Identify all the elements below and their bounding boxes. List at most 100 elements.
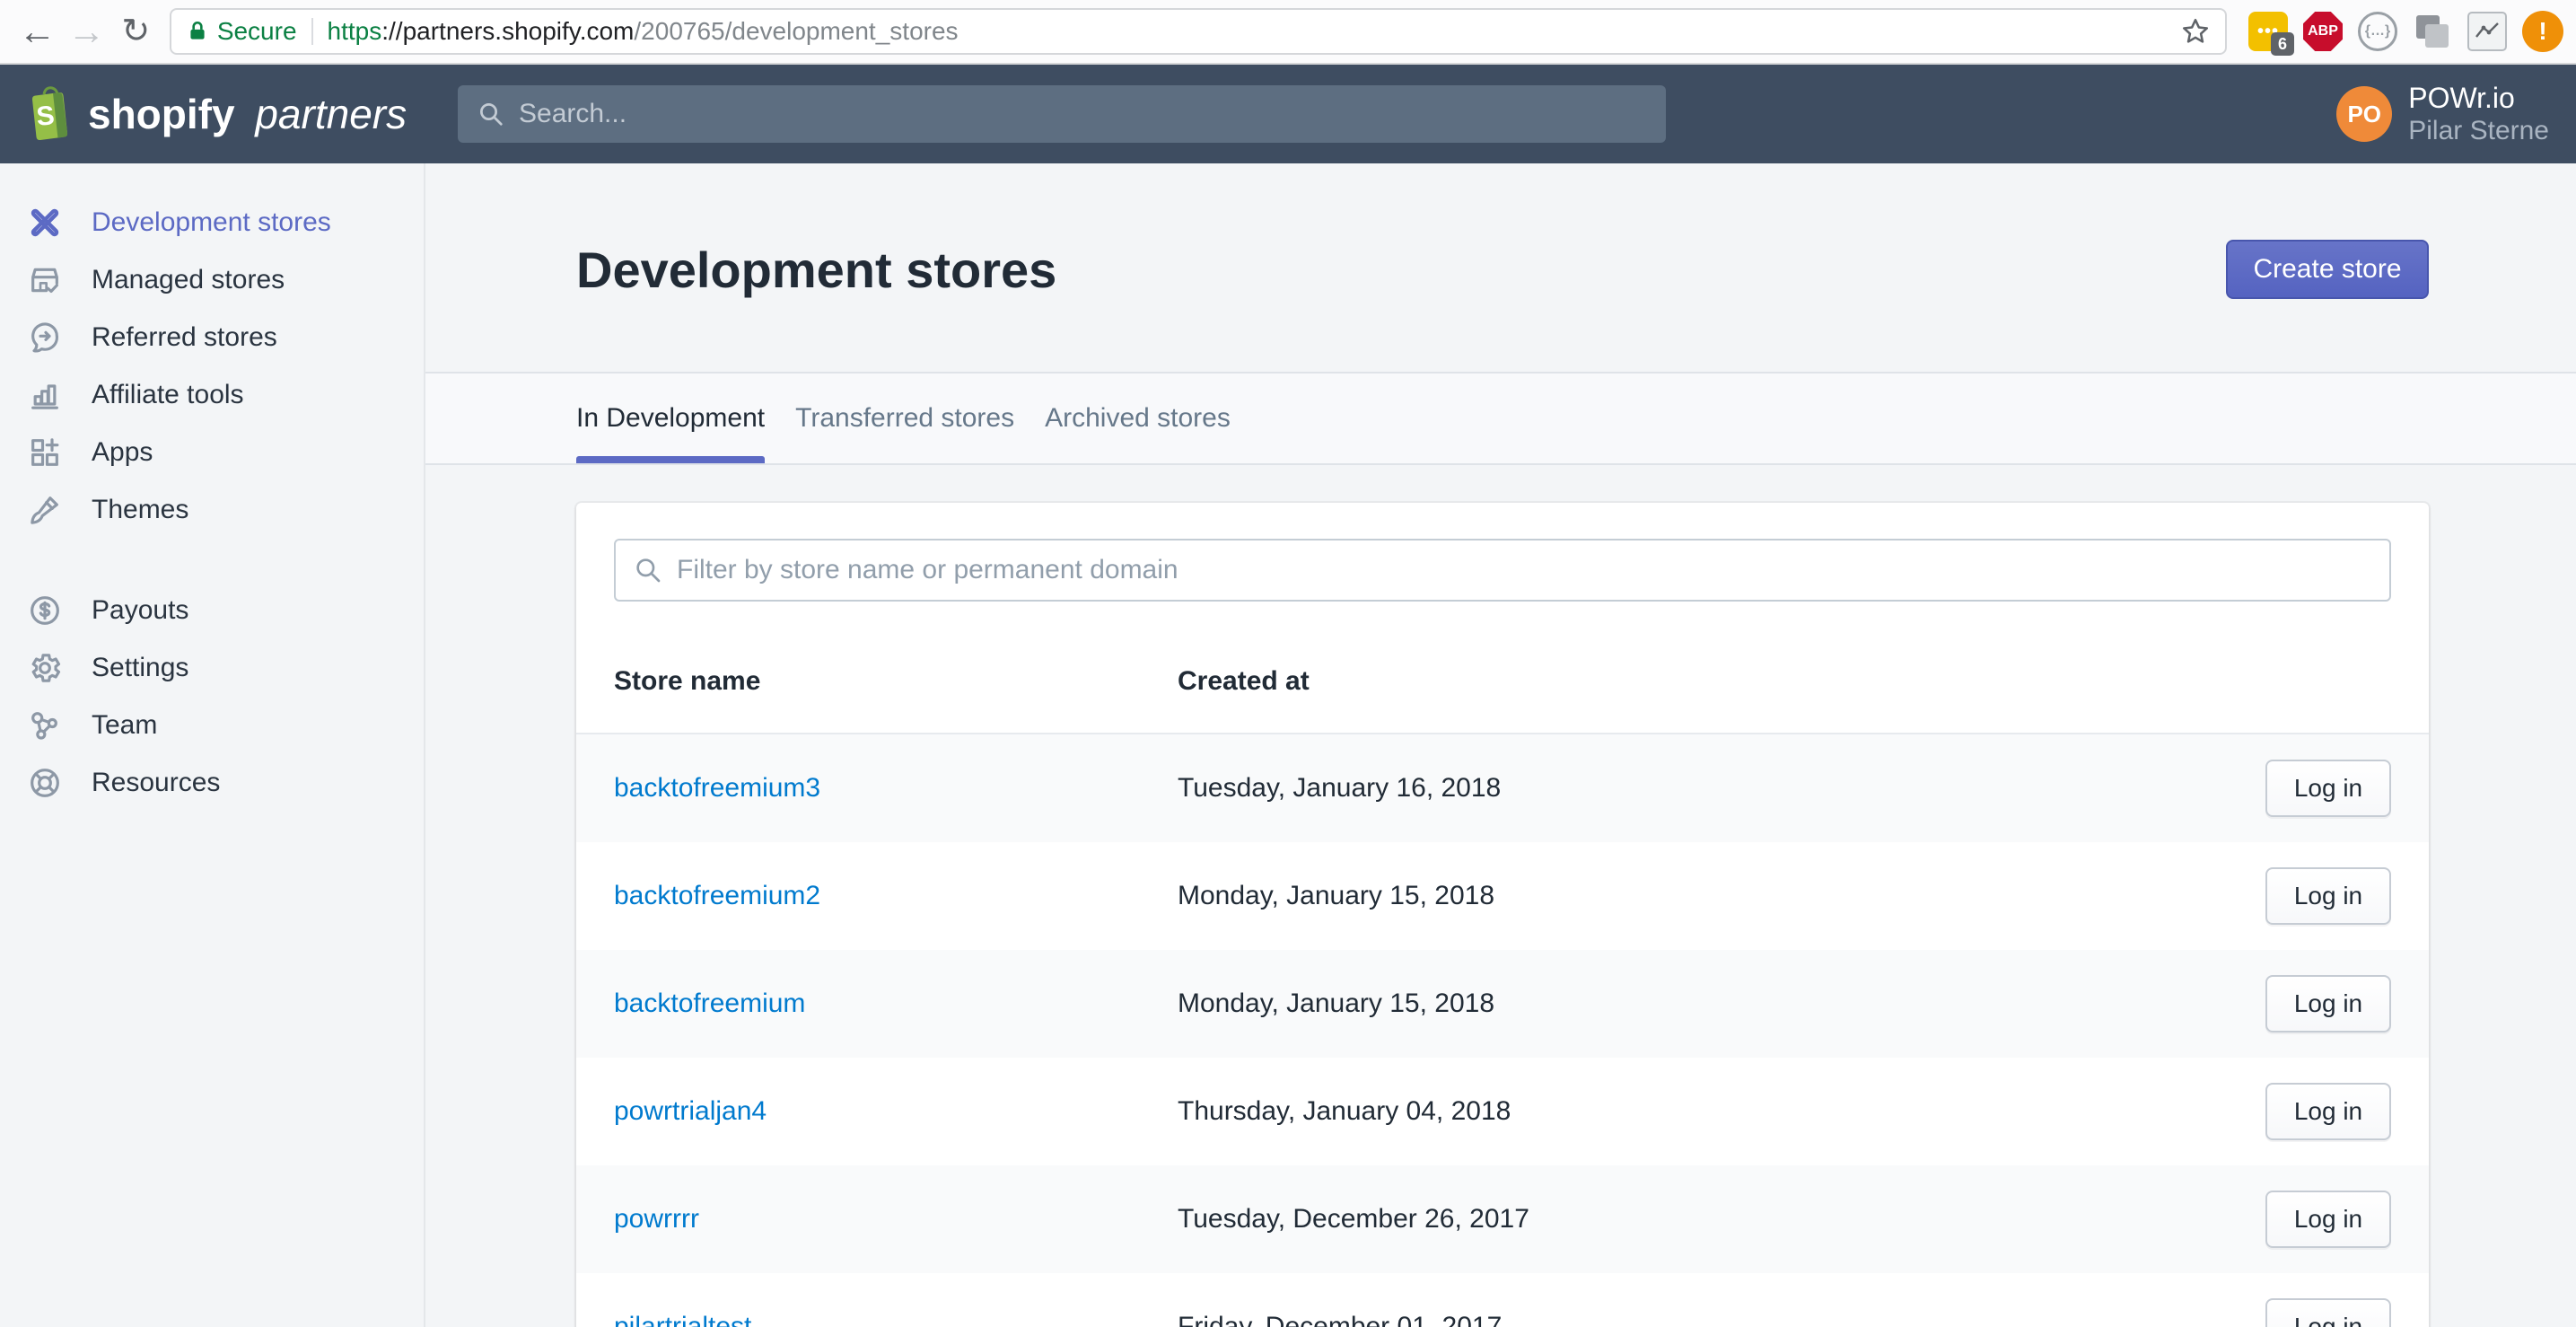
tab-label: Archived stores: [1045, 403, 1231, 433]
settings-icon: [27, 650, 63, 686]
sidebar-group-stores: Development stores Managed stores Referr…: [0, 194, 424, 539]
shopify-bag-icon: S: [31, 86, 68, 141]
table-header: Store name Created at: [576, 602, 2429, 734]
log-in-button[interactable]: Log in: [2265, 1083, 2391, 1140]
url-path: /200765/development_stores: [634, 17, 959, 45]
store-filter-input[interactable]: [677, 555, 2371, 585]
sidebar-item[interactable]: Referred stores: [0, 309, 424, 366]
sidebar-item[interactable]: Themes: [0, 481, 424, 539]
sidebar-item-label: Team: [92, 710, 158, 740]
sidebar-item-label: Referred stores: [92, 322, 277, 352]
created-at-value: Monday, January 15, 2018: [1178, 989, 1495, 1018]
sidebar-item[interactable]: Settings: [0, 639, 424, 697]
svg-text:S: S: [35, 101, 56, 132]
sidebar-item[interactable]: Team: [0, 697, 424, 754]
sidebar-item[interactable]: Payouts: [0, 582, 424, 639]
affiliate-tools-icon: [27, 377, 63, 413]
store-name-link[interactable]: backtofreemium3: [614, 773, 1178, 804]
chart-zigzag-icon: [2475, 22, 2499, 38]
page-title: Development stores: [576, 241, 1057, 298]
tab[interactable]: Archived stores: [1045, 373, 1231, 463]
json-viewer-extension-icon[interactable]: {…}: [2358, 12, 2398, 51]
sidebar-item[interactable]: Development stores: [0, 194, 424, 251]
log-in-button[interactable]: Log in: [2265, 1191, 2391, 1248]
stores-card: Store name Created at backtofreemium3 Tu…: [576, 503, 2429, 1327]
sidebar-item-label: Payouts: [92, 595, 189, 625]
address-bar[interactable]: Secure https://partners.shopify.com/2007…: [169, 8, 2228, 55]
table-row: backtofreemium Monday, January 15, 2018 …: [576, 950, 2429, 1058]
account-user-name: Pilar Sterne: [2408, 116, 2549, 145]
sidebar-item-label: Affiliate tools: [92, 380, 244, 409]
browser-menu-update-icon[interactable]: !: [2522, 11, 2564, 52]
referred-stores-icon: [27, 320, 63, 356]
store-name-link[interactable]: powrtrialjan4: [614, 1096, 1178, 1127]
sidebar-group-account: Payouts Settings Team Resources: [0, 582, 424, 812]
tab-label: In Development: [576, 403, 766, 433]
sidebar: Development stores Managed stores Referr…: [0, 163, 425, 1327]
bookmark-star-icon[interactable]: [2180, 16, 2211, 47]
tab-strip: In Development Transferred stores Archiv…: [425, 372, 2576, 465]
sidebar-item-label: Development stores: [92, 207, 331, 237]
sidebar-item-label: Managed stores: [92, 265, 285, 294]
page-url: https://partners.shopify.com/200765/deve…: [328, 17, 959, 46]
team-icon: [27, 707, 63, 743]
store-rows: backtofreemium3 Tuesday, January 16, 201…: [576, 734, 2429, 1327]
created-at-value: Monday, January 15, 2018: [1178, 881, 1495, 910]
column-created-at: Created at: [1178, 666, 1310, 696]
sidebar-item[interactable]: Resources: [0, 754, 424, 812]
global-search[interactable]: [458, 85, 1666, 143]
sidebar-item[interactable]: Managed stores: [0, 251, 424, 309]
dev-stores-icon: [27, 205, 63, 241]
tab[interactable]: In Development: [576, 373, 766, 463]
table-row: powrrrr Tuesday, December 26, 2017 Log i…: [576, 1165, 2429, 1273]
filter-search-icon: [636, 558, 661, 583]
global-search-input[interactable]: [519, 99, 1646, 129]
managed-stores-icon: [27, 262, 63, 298]
table-row: backtofreemium2 Monday, January 15, 2018…: [576, 842, 2429, 950]
avatar[interactable]: PO: [2336, 86, 2393, 142]
tab[interactable]: Transferred stores: [795, 373, 1014, 463]
browser-back-button[interactable]: ←: [13, 13, 62, 50]
store-name-link[interactable]: powrrrr: [614, 1204, 1178, 1235]
store-filter[interactable]: [614, 539, 2391, 602]
shopify-partners-logo[interactable]: S shopify partners: [0, 86, 425, 142]
sidebar-item-label: Apps: [92, 437, 153, 467]
create-store-button[interactable]: Create store: [2226, 240, 2429, 299]
themes-icon: [27, 492, 63, 528]
logo-word-partners: partners: [255, 91, 407, 137]
log-in-button[interactable]: Log in: [2265, 1298, 2391, 1327]
password-manager-extension-icon[interactable]: ••• 6: [2248, 12, 2295, 56]
log-in-button[interactable]: Log in: [2265, 760, 2391, 817]
sidebar-item[interactable]: Apps: [0, 424, 424, 481]
created-at-value: Tuesday, January 16, 2018: [1178, 773, 1502, 803]
table-row: pilartrialtest Friday, December 01, 2017…: [576, 1273, 2429, 1327]
secure-chip[interactable]: Secure: [186, 17, 297, 46]
payouts-icon: [27, 593, 63, 628]
url-scheme: https: [327, 17, 382, 45]
store-name-link[interactable]: backtofreemium: [614, 989, 1178, 1019]
front-square: [2425, 24, 2449, 48]
url-separator: [311, 18, 313, 45]
resources-icon: [27, 765, 63, 801]
browser-toolbar: ← → ↻ Secure https://partners.shopify.co…: [0, 0, 2576, 65]
apps-icon: [27, 435, 63, 470]
lock-icon: [190, 21, 205, 40]
log-in-button[interactable]: Log in: [2265, 975, 2391, 1033]
browser-reload-button[interactable]: ↻: [111, 14, 161, 48]
created-at-value: Tuesday, December 26, 2017: [1178, 1204, 1529, 1234]
adblock-extension-icon[interactable]: ABP: [2303, 12, 2344, 51]
app-header: S shopify partners PO POWr.io Pilar Ster…: [0, 65, 2576, 163]
sidebar-item[interactable]: Affiliate tools: [0, 366, 424, 424]
main-content: Development stores Create store In Devel…: [425, 163, 2576, 1327]
column-store-name: Store name: [614, 666, 761, 696]
store-name-link[interactable]: backtofreemium2: [614, 881, 1178, 911]
browser-forward-button[interactable]: →: [62, 13, 111, 50]
account-menu[interactable]: PO POWr.io Pilar Sterne: [2336, 81, 2549, 147]
sidebar-item-label: Settings: [92, 653, 189, 682]
sidebar-item-label: Themes: [92, 495, 189, 524]
sidebar-item-label: Resources: [92, 768, 221, 797]
analytics-extension-icon[interactable]: [2467, 12, 2508, 51]
store-name-link[interactable]: pilartrialtest: [614, 1312, 1178, 1327]
tab-manager-extension-icon[interactable]: [2413, 12, 2452, 51]
log-in-button[interactable]: Log in: [2265, 867, 2391, 925]
